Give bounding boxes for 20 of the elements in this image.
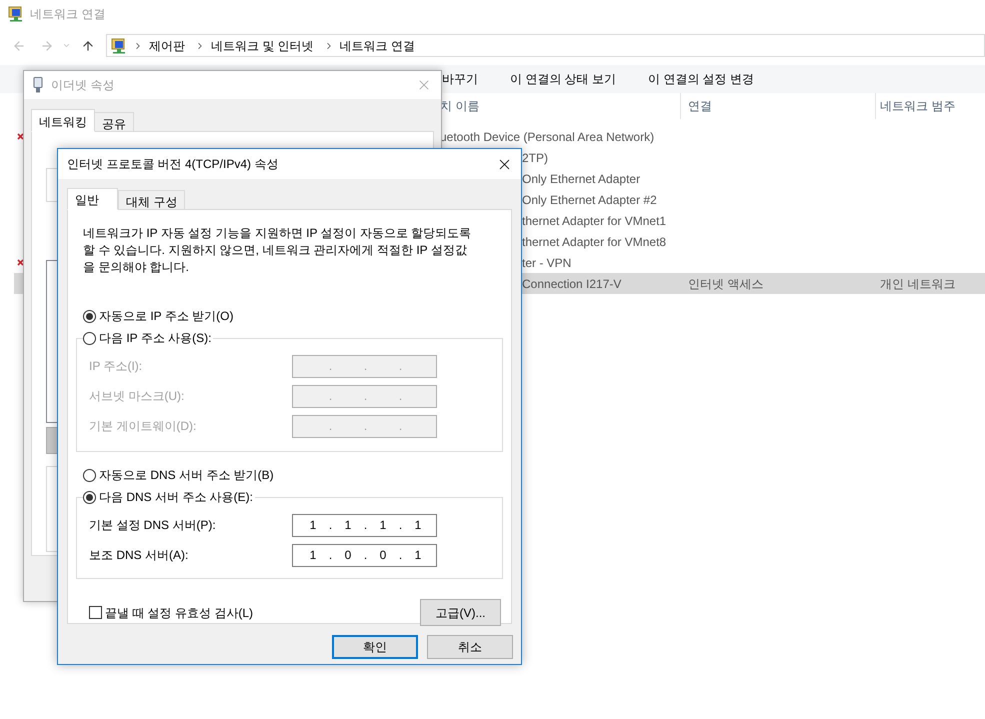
connection-status: 인터넷 액세스 <box>687 276 764 292</box>
connection-name: Only Ethernet Adapter <box>522 170 640 188</box>
connection-name: ter - VPN <box>522 254 572 272</box>
window-title: 네트워크 연결 <box>30 6 106 22</box>
dialog-title: 인터넷 프로토콜 버전 4(TCP/IPv4) 속성 <box>67 156 280 173</box>
network-category: 개인 네트워크 <box>879 276 956 292</box>
description-text: 네트워크가 IP 자동 설정 기능을 지원하면 IP 설정이 자동으로 할당되도록 할 수 있습니다. 지원하지 않으면, 네트워크 관리자에게 적절한 IP 설정값을 문의해야 합니다. <box>82 225 472 276</box>
field-label: 기본 설정 DNS 서버(P): <box>89 517 217 534</box>
field-label: IP 주소(I): <box>89 358 144 375</box>
connection-name: thernet Adapter for VMnet1 <box>522 212 666 230</box>
radio-label: 다음 IP 주소 사용(S): <box>99 330 212 347</box>
radio-label: 다음 DNS 서버 주소 사용(E): <box>99 489 254 506</box>
field-label: 서브넷 마스크(U): <box>89 388 186 405</box>
dialog-title: 이더넷 속성 <box>51 77 116 94</box>
connection-name: Connection I217-V <box>522 276 622 292</box>
radio-label: 자동으로 DNS 서버 주소 받기(B) <box>99 467 274 484</box>
checkbox-label: 끝낼 때 설정 유효성 검사(L) <box>105 604 254 622</box>
field-label: 보조 DNS 서버(A): <box>89 547 190 564</box>
radio-label: 자동으로 IP 주소 받기(O) <box>99 308 234 325</box>
field-label: 기본 게이트웨이(D): <box>89 418 198 435</box>
